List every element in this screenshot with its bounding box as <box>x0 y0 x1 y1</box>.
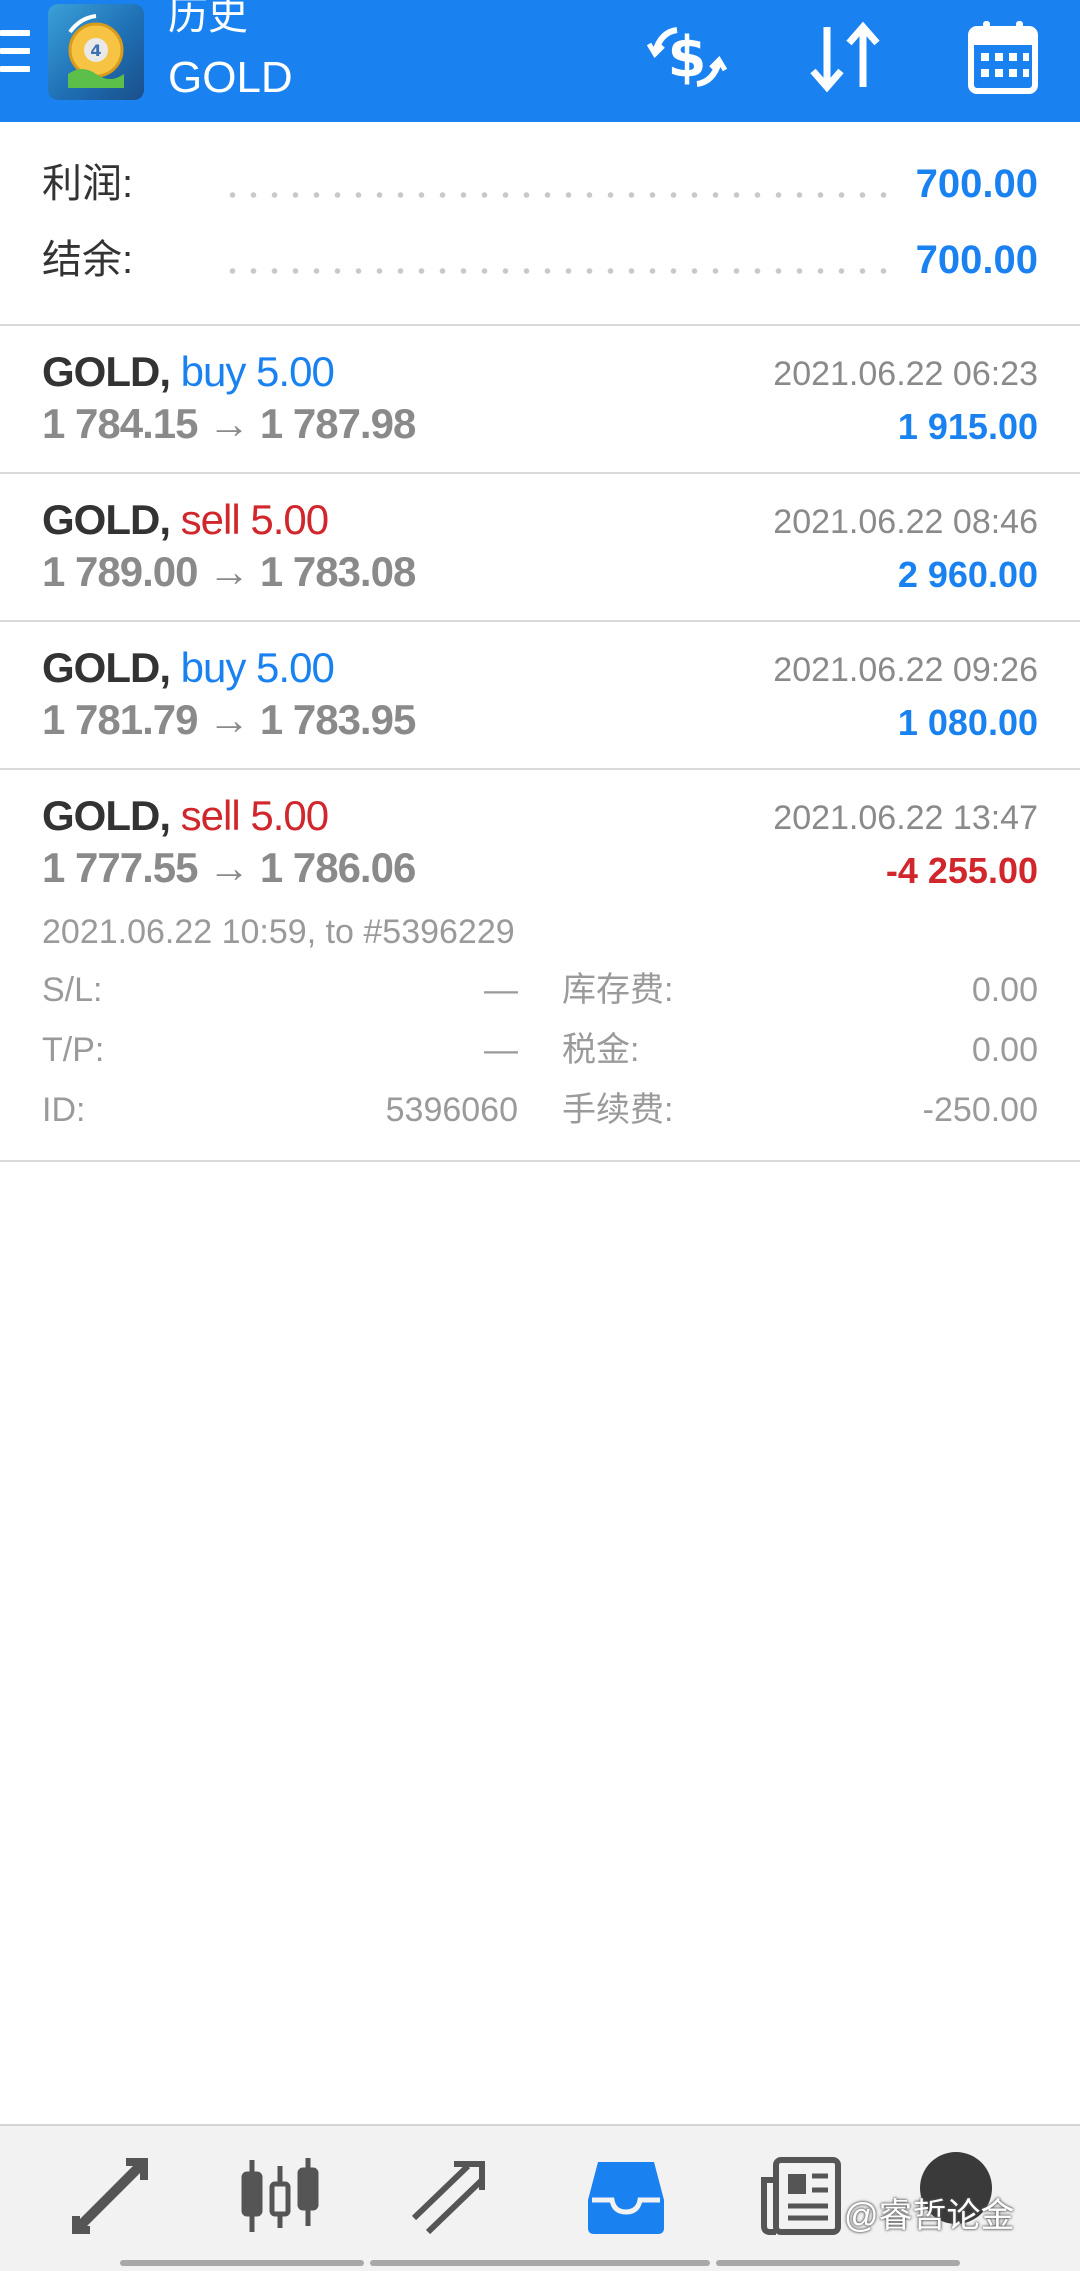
deal-profit: 1 915.00 <box>897 406 1038 447</box>
deal-time: 2021.06.22 13:47 <box>773 799 1038 837</box>
profit-value: 700.00 <box>915 162 1038 206</box>
commission-value: -250.00 <box>922 1091 1038 1129</box>
deal-symbol-line: GOLD, sell 5.00 <box>42 494 329 546</box>
deal-row[interactable]: GOLD, sell 5.00 1 789.00 → 1 783.08 2021… <box>0 474 1080 622</box>
sort-icon[interactable] <box>800 12 890 102</box>
page-title: GOLD <box>168 53 293 102</box>
metatrader-logo-icon: 4 <box>48 4 144 100</box>
id-value: 5396060 <box>385 1091 518 1129</box>
chart-icon[interactable] <box>230 2146 330 2246</box>
swap-label: 库存费: <box>562 971 674 1009</box>
watermark-text: @睿哲论金 <box>844 2197 1015 2235</box>
tax-value: 0.00 <box>971 1031 1038 1069</box>
detail-row-sl-swap: S/L: — 库存费: 0.00 <box>42 966 1038 1014</box>
history-icon[interactable] <box>576 2146 676 2246</box>
svg-text:4: 4 <box>90 41 101 60</box>
nav-indicator <box>370 2260 710 2266</box>
deal-prices: 1 781.79 → 1 783.95 <box>42 696 416 743</box>
detail-row-id-commission: ID: 5396060 手续费: -250.00 <box>42 1086 1038 1134</box>
deal-symbol-line: GOLD, buy 5.00 <box>42 642 335 694</box>
deal-symbol: GOLD, <box>42 348 171 395</box>
balance-row: 结余: 700.00 <box>42 230 1038 290</box>
deal-side: sell 5.00 <box>180 496 329 543</box>
nav-indicator <box>716 2260 960 2266</box>
deal-profit: 1 080.00 <box>897 702 1038 743</box>
deal-prices: 1 789.00 → 1 783.08 <box>42 548 416 595</box>
leader-dots <box>222 268 888 274</box>
commission-label: 手续费: <box>562 1091 674 1129</box>
leader-dots <box>222 192 888 198</box>
deal-profit: 2 960.00 <box>897 554 1038 595</box>
calendar-icon[interactable] <box>958 12 1048 102</box>
tax-label: 税金: <box>562 1031 640 1069</box>
currency-exchange-icon[interactable]: $ <box>642 12 732 102</box>
page-subtitle: 历史 <box>168 0 248 38</box>
deal-symbol: GOLD, <box>42 792 171 839</box>
bottom-navigation: @睿哲论金 <box>0 2124 1080 2271</box>
deal-prices: 1 784.15 → 1 787.98 <box>42 400 416 447</box>
balance-value: 700.00 <box>915 238 1038 282</box>
deal-side: buy 5.00 <box>180 644 335 691</box>
deal-side: buy 5.00 <box>180 348 335 395</box>
detail-row-tp-tax: T/P: — 税金: 0.00 <box>42 1026 1038 1074</box>
summary-panel: 利润: 700.00 结余: 700.00 <box>0 122 1080 326</box>
nav-indicator <box>120 2260 364 2266</box>
deal-time: 2021.06.22 06:23 <box>773 355 1038 393</box>
profit-row: 利润: 700.00 <box>42 154 1038 214</box>
deal-symbol: GOLD, <box>42 644 171 691</box>
deal-profit: -4 255.00 <box>885 850 1038 891</box>
deal-prices: 1 777.55 → 1 786.06 <box>42 844 416 891</box>
trade-icon[interactable] <box>400 2146 500 2246</box>
deal-time: 2021.06.22 08:46 <box>773 503 1038 541</box>
deal-side: sell 5.00 <box>180 792 329 839</box>
balance-label: 结余: <box>42 238 134 282</box>
deal-time: 2021.06.22 09:26 <box>773 651 1038 689</box>
deal-row[interactable]: GOLD, buy 5.00 1 781.79 → 1 783.95 2021.… <box>0 622 1080 770</box>
deal-symbol: GOLD, <box>42 496 171 543</box>
sl-value: — <box>484 971 518 1009</box>
quotes-icon[interactable] <box>60 2146 160 2246</box>
swap-value: 0.00 <box>971 971 1038 1009</box>
deal-open-info: 2021.06.22 10:59, to #5396229 <box>42 913 515 951</box>
profit-label: 利润: <box>42 162 134 206</box>
deal-symbol-line: GOLD, buy 5.00 <box>42 346 335 398</box>
app-header: 4 历史 GOLD $ <box>0 0 1080 122</box>
news-icon[interactable] <box>750 2146 850 2246</box>
tp-value: — <box>484 1031 518 1069</box>
menu-icon[interactable] <box>0 30 30 74</box>
deal-row-expanded[interactable]: GOLD, sell 5.00 1 777.55 → 1 786.06 2021… <box>0 770 1080 1162</box>
deal-row[interactable]: GOLD, buy 5.00 1 784.15 → 1 787.98 2021.… <box>0 326 1080 474</box>
deal-symbol-line: GOLD, sell 5.00 <box>42 790 329 842</box>
